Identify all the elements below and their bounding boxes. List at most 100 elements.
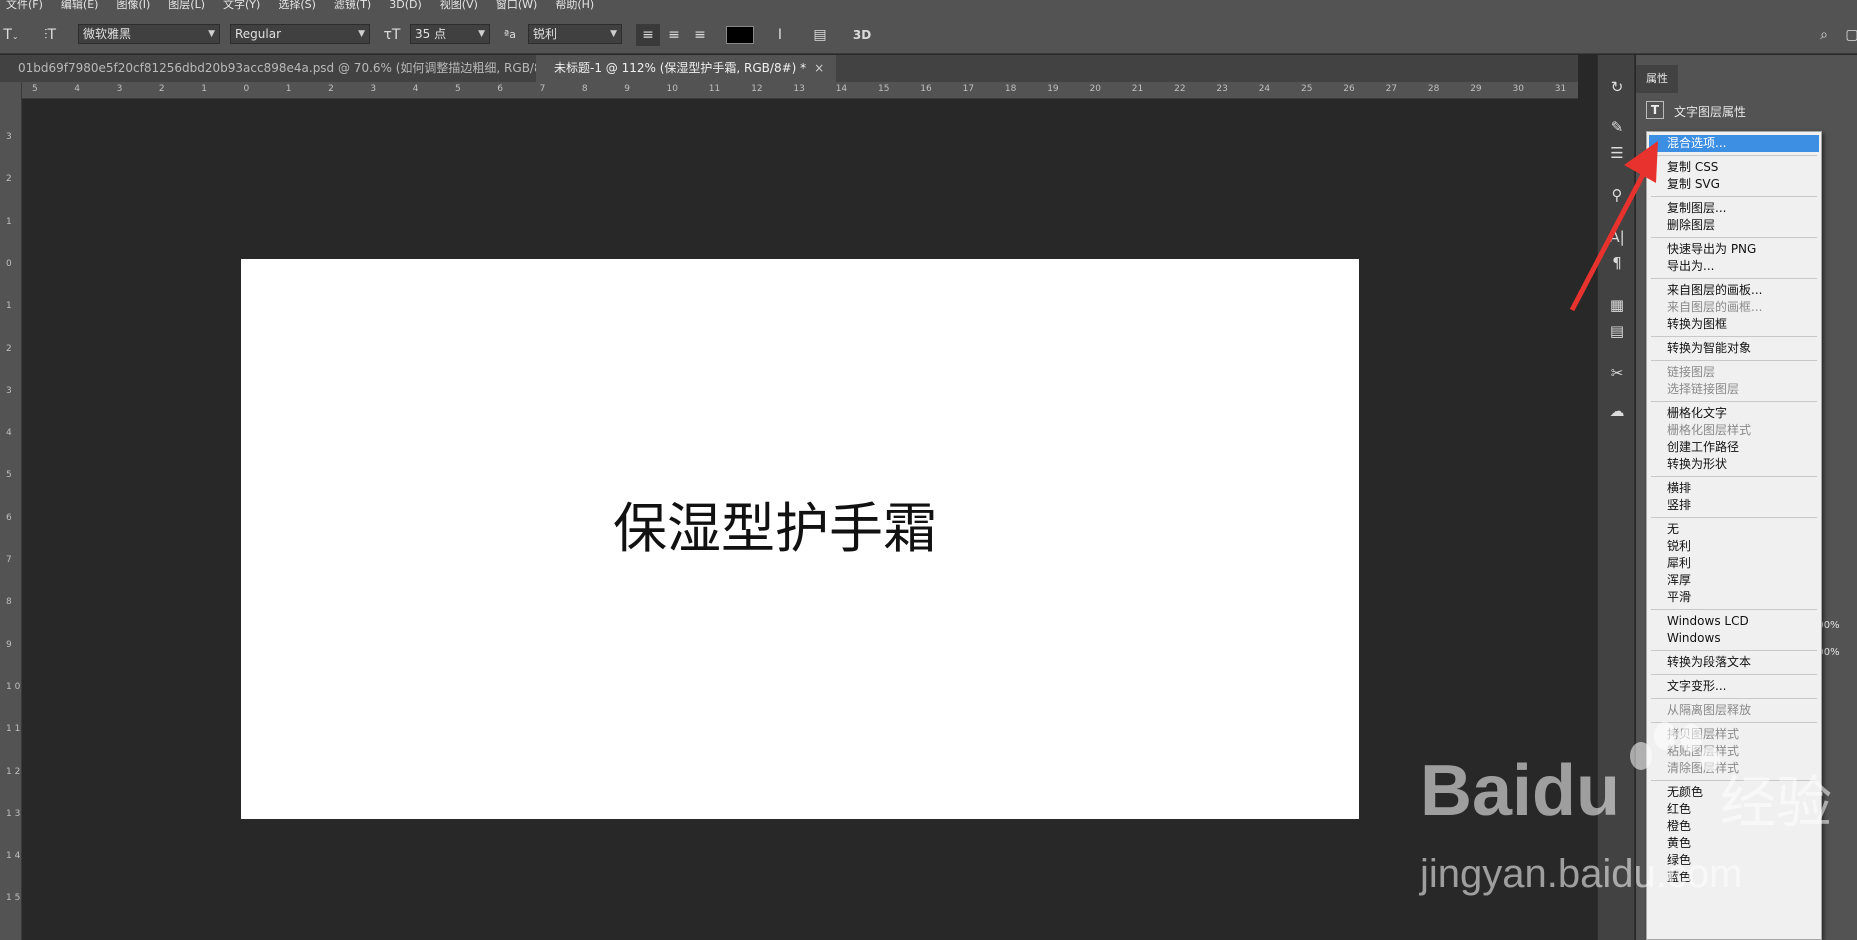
warp-text-icon[interactable]: Ⅰ — [768, 24, 792, 46]
menu-select[interactable]: 选择(S) — [278, 0, 316, 10]
context-menu-item[interactable]: Windows LCD — [1649, 613, 1819, 630]
watermark: Baidu 经验 jingyan.baidu.com — [1420, 722, 1840, 920]
context-menu-item[interactable]: 删除图层 — [1649, 217, 1819, 234]
menu-view[interactable]: 视图(V) — [440, 0, 478, 10]
context-menu-item[interactable]: 横排 — [1649, 480, 1819, 497]
menu-separator — [1651, 401, 1817, 402]
ruler-tick-label: 29 — [1470, 84, 1482, 94]
context-menu-item[interactable]: 转换为智能对象 — [1649, 340, 1819, 357]
menu-layer[interactable]: 图层(L) — [168, 0, 205, 10]
antialias-select[interactable]: 锐利 ▼ — [528, 24, 622, 44]
menu-edit[interactable]: 编辑(E) — [61, 0, 99, 10]
menu-3d[interactable]: 3D(D) — [389, 0, 422, 10]
notes-icon[interactable]: ▤ — [1598, 319, 1636, 343]
ruler-tick-label: 21 — [1131, 84, 1144, 94]
context-menu-item[interactable]: 混合选项... — [1649, 135, 1819, 152]
menu-image[interactable]: 图像(I) — [116, 0, 150, 10]
menu-filter[interactable]: 滤镜(T) — [334, 0, 371, 10]
search-icon[interactable]: ⌕ — [1812, 24, 1836, 46]
context-menu-item[interactable]: Windows — [1649, 630, 1819, 647]
context-menu-item: 来自图层的画框... — [1667, 300, 1763, 314]
text-layer[interactable]: 保湿型护手霜 — [613, 484, 937, 563]
context-menu-item[interactable]: 转换为段落文本 — [1649, 654, 1819, 671]
context-menu-item[interactable]: 转换为图框 — [1649, 316, 1819, 333]
ruler-tick-label: 2 — [328, 84, 334, 94]
ruler-tick-label: 5 — [32, 84, 38, 94]
ruler-tick-label: 4 — [412, 84, 419, 94]
ruler-tick-label: 6 — [497, 84, 504, 94]
align-left-icon[interactable]: ≡ — [636, 24, 660, 46]
context-menu-item[interactable]: 平滑 — [1649, 589, 1819, 606]
ruler-tick-label: 5 — [6, 470, 12, 481]
vertical-ruler[interactable]: 32101234567891 01 11 21 31 41 5 — [0, 82, 22, 940]
antialias-icon: ªa — [504, 28, 516, 41]
ruler-tick-label: 8 — [6, 597, 12, 608]
context-menu-item[interactable]: 转换为形状 — [1649, 456, 1819, 473]
menu-file[interactable]: 文件(F) — [6, 0, 43, 10]
ruler-tick-label: 1 4 — [6, 851, 21, 862]
character-panel-icon[interactable]: ▤ — [808, 24, 832, 46]
3d-button[interactable]: 3D — [850, 24, 874, 46]
ruler-tick-label: 4 — [74, 84, 81, 94]
context-menu-item[interactable]: 栅格化文字 — [1649, 405, 1819, 422]
menu-separator — [1651, 155, 1817, 156]
context-menu-item[interactable]: 复制 CSS — [1649, 159, 1819, 176]
font-style-select[interactable]: Regular ▼ — [230, 24, 370, 44]
context-menu-item[interactable]: 文字变形... — [1649, 678, 1819, 695]
context-menu-item[interactable]: 复制图层... — [1649, 200, 1819, 217]
tool-preset-icon[interactable]: T⌄ — [0, 24, 22, 46]
tab-document-1[interactable]: 01bd69f7980e5f20cf81256dbd20b93acc898e4a… — [0, 55, 596, 82]
text-color-swatch[interactable] — [726, 26, 754, 44]
menu-separator — [1651, 650, 1817, 651]
menu-items: 文件(F) 编辑(E) 图像(I) 图层(L) 文字(Y) 选择(S) 滤镜(T) 3D(D)… — [6, 0, 612, 11]
align-right-icon[interactable]: ≡ — [688, 24, 712, 46]
context-menu-item[interactable]: 浑厚 — [1649, 572, 1819, 589]
menu-window[interactable]: 窗口(W) — [496, 0, 537, 10]
tools-icon[interactable]: ✂ — [1598, 361, 1636, 385]
history-icon[interactable]: ↻ — [1598, 75, 1636, 99]
font-family-select[interactable]: 微软雅黑 ▼ — [78, 24, 220, 44]
menu-bar: 文件(F) 编辑(E) 图像(I) 图层(L) 文字(Y) 选择(S) 滤镜(T) 3D(D)… — [0, 0, 1857, 14]
chevron-down-icon: ▼ — [208, 29, 215, 39]
menu-type[interactable]: 文字(Y) — [223, 0, 260, 10]
context-menu-item[interactable]: 导出为... — [1649, 258, 1819, 275]
ruler-tick-label: 2 — [6, 343, 12, 354]
context-menu-item[interactable]: 快速导出为 PNG — [1649, 241, 1819, 258]
ruler-tick-label: 1 — [285, 84, 292, 94]
menu-separator — [1651, 360, 1817, 361]
watermark-cn: 经验 — [1720, 771, 1832, 836]
tab-label: 01bd69f7980e5f20cf81256dbd20b93acc898e4a… — [18, 61, 567, 75]
ruler-tick-label: 3 — [6, 385, 12, 396]
context-menu-item[interactable]: 锐利 — [1649, 538, 1819, 555]
menu-separator — [1651, 609, 1817, 610]
context-menu-item[interactable]: 无 — [1649, 521, 1819, 538]
chevron-down-icon: ▼ — [478, 29, 485, 39]
ruler-tick-label: 8 — [581, 84, 588, 94]
text-layer-icon: T — [1646, 101, 1664, 119]
ruler-tick-label: 5 — [455, 84, 461, 94]
ruler-tick-label: 2 — [158, 84, 165, 94]
text-orientation-toggle-icon[interactable]: ⫶T — [38, 24, 62, 46]
context-menu-item[interactable]: 来自图层的画板... — [1649, 282, 1819, 299]
font-size-select[interactable]: 35 点 ▼ — [410, 24, 490, 44]
tab-properties[interactable]: 属性 — [1636, 65, 1678, 93]
context-menu-item[interactable]: 复制 SVG — [1649, 176, 1819, 193]
context-menu-item[interactable]: 竖排 — [1649, 497, 1819, 514]
font-size-value: 35 点 — [415, 27, 447, 41]
creative-cloud-icon[interactable]: ☁ — [1598, 399, 1636, 423]
context-menu-item[interactable]: 犀利 — [1649, 555, 1819, 572]
ruler-tick-label: 11 — [708, 84, 721, 94]
align-center-icon[interactable]: ≡ — [662, 24, 686, 46]
close-icon[interactable]: × — [814, 61, 824, 75]
ruler-tick-label: 2 — [6, 174, 12, 185]
horizontal-ruler[interactable]: 5 4 3 2 1 0 1 2 3 4 5 6 7 8 9 10 11 12 13 14 15 16 17 18 19 20 21 2… — [22, 82, 1578, 99]
workspace-icon[interactable]: ▢ — [1840, 24, 1857, 46]
tab-document-2[interactable]: 未标题-1 @ 112% (保湿型护手霜, RGB/8#) * × — [536, 55, 837, 82]
context-menu-item[interactable]: 创建工作路径 — [1649, 439, 1819, 456]
ruler-tick-label: 16 — [920, 84, 932, 94]
ruler-tick-label: 13 — [793, 84, 805, 94]
chevron-down-icon: ▼ — [610, 29, 617, 39]
ruler-tick-label: 18 — [1004, 84, 1017, 94]
menu-help[interactable]: 帮助(H) — [555, 0, 594, 10]
ruler-tick-label: 9 — [624, 84, 630, 94]
